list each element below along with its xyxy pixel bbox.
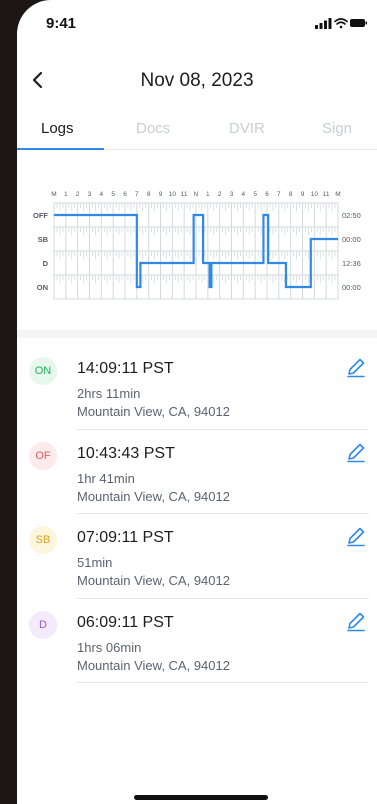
log-list: ON 14:09:11 PST 2hrs 11min Mountain View… — [17, 345, 377, 683]
row-total: 00:00 — [342, 283, 361, 292]
log-location: Mountain View, CA, 94012 — [77, 573, 230, 588]
row-total: 12:36 — [342, 259, 361, 268]
x-tick-label: 1 — [64, 191, 68, 198]
log-time: 06:09:11 PST — [77, 613, 174, 631]
x-tick-label: 10 — [169, 191, 177, 198]
status-badge: OF — [29, 441, 57, 470]
edit-button[interactable] — [345, 610, 367, 632]
row-divider — [77, 682, 369, 683]
tab-dvir[interactable]: DVIR — [229, 120, 265, 137]
x-tick-label: 6 — [123, 191, 127, 198]
tab-sign[interactable]: Sign — [322, 120, 352, 137]
x-tick-label: 7 — [135, 191, 139, 198]
x-tick-label: 4 — [242, 191, 246, 198]
page-title: Nov 08, 2023 — [140, 70, 254, 91]
edit-button[interactable] — [345, 356, 367, 378]
wifi-icon — [334, 18, 348, 29]
row-label: ON — [37, 283, 48, 292]
pencil-icon — [347, 358, 365, 378]
log-time: 14:09:11 PST — [77, 360, 174, 377]
log-location: Mountain View, CA, 94012 — [77, 404, 230, 419]
phone-screen: 9:41 Nov 08, 2023 Logs Docs DVIR Sign M … — [17, 0, 377, 804]
x-tick-label: 11 — [181, 191, 188, 198]
x-tick-label: 4 — [100, 191, 104, 198]
log-item[interactable]: SB 07:09:11 PST 51min Mountain View, CA,… — [17, 514, 377, 599]
x-tick-label: 7 — [277, 191, 281, 198]
log-location: Mountain View, CA, 94012 — [77, 657, 230, 673]
row-label: OFF — [33, 211, 48, 220]
x-tick-label: 2 — [76, 191, 80, 198]
x-tick-label: 5 — [253, 191, 257, 198]
x-tick-label: 3 — [230, 191, 234, 198]
tab-docs[interactable]: Docs — [136, 120, 170, 137]
x-tick-label: M — [335, 191, 340, 198]
x-tick-label: M — [51, 191, 56, 198]
x-tick-label: 8 — [147, 191, 151, 198]
pencil-icon — [347, 527, 365, 547]
status-badge: ON — [29, 357, 57, 385]
log-location: Mountain View, CA, 94012 — [77, 488, 230, 504]
log-duration: 1hrs 06min — [77, 639, 142, 655]
x-tick-label: 11 — [323, 191, 330, 198]
log-item[interactable]: OF 10:43:43 PST 1hr 41min Mountain View,… — [17, 430, 377, 514]
row-label: SB — [38, 235, 49, 244]
log-item[interactable]: D 06:09:11 PST 1hrs 06min Mountain View,… — [17, 599, 377, 683]
edit-button[interactable] — [345, 525, 367, 547]
x-tick-label: 1 — [206, 191, 210, 198]
x-tick-label: 9 — [159, 191, 163, 198]
pencil-icon — [347, 612, 365, 631]
header: Nov 08, 2023 — [17, 58, 377, 102]
x-tick-label: 3 — [88, 191, 92, 198]
log-duration: 1hr 41min — [77, 470, 135, 486]
row-total: 02:50 — [342, 211, 361, 220]
duty-status-chart: M 1 2 3 4 5 6 7 8 9 10 11 N 1 2 3 4 5 6 7 8 9 10 11 M OFF 02:50 SB 0… — [17, 150, 377, 328]
status-badge: SB — [29, 526, 57, 554]
signal-icon — [315, 18, 332, 29]
log-duration: 2hrs 11min — [77, 386, 141, 401]
tab-bar: Logs Docs DVIR Sign — [17, 112, 377, 150]
x-tick-label: 2 — [218, 191, 222, 198]
tab-logs[interactable]: Logs — [41, 120, 74, 137]
log-duration: 51min — [77, 555, 113, 570]
x-tick-label: N — [194, 191, 199, 198]
status-time: 9:41 — [46, 15, 77, 32]
row-label: D — [43, 259, 49, 268]
x-tick-label: 9 — [301, 191, 305, 198]
status-badge: D — [29, 610, 57, 639]
x-tick-label: 6 — [265, 191, 269, 198]
battery-icon — [350, 19, 367, 27]
log-item[interactable]: ON 14:09:11 PST 2hrs 11min Mountain View… — [17, 345, 377, 430]
status-icons — [315, 16, 367, 30]
log-time: 07:09:11 PST — [77, 529, 174, 546]
pencil-icon — [347, 443, 365, 462]
x-tick-label: 8 — [289, 191, 293, 198]
row-total: 00:00 — [342, 235, 361, 244]
home-indicator — [134, 795, 268, 800]
duty-status-chart-svg: M 1 2 3 4 5 6 7 8 9 10 11 N 1 2 3 4 5 6 7 8 9 10 11 MOFF 02:50SB 0… — [33, 191, 361, 300]
section-divider — [17, 330, 377, 338]
status-bar: 9:41 — [17, 0, 377, 46]
edit-button[interactable] — [345, 441, 367, 463]
log-time: 10:43:43 PST — [77, 444, 175, 462]
x-tick-label: 10 — [311, 191, 319, 198]
x-tick-label: 5 — [111, 191, 115, 198]
